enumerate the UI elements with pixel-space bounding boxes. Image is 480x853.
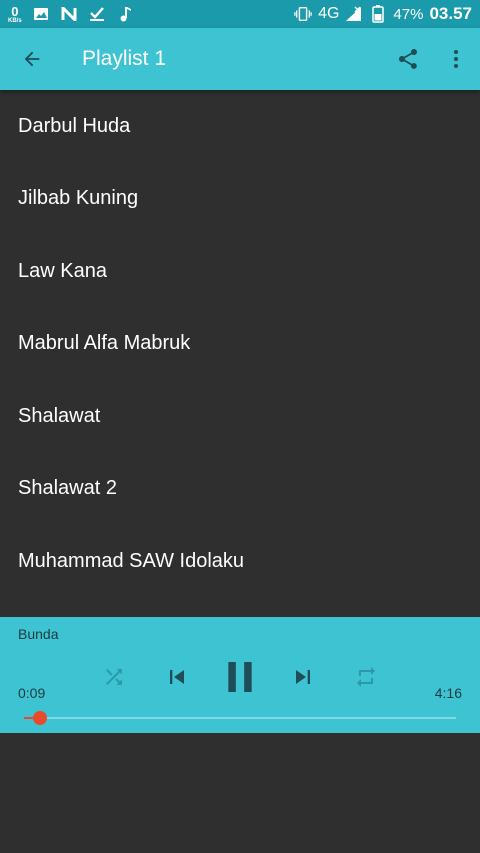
track-title: Darbul Huda — [18, 114, 131, 137]
current-time: 0:09 — [18, 685, 46, 701]
list-item[interactable]: Law Kana — [0, 235, 480, 308]
check-icon — [88, 5, 106, 23]
n-icon — [60, 5, 78, 23]
more-vert-icon — [454, 50, 458, 68]
network-speed-value: 0 — [11, 3, 19, 19]
playlist: Darbul Huda Jilbab Kuning Law Kana Mabru… — [0, 90, 480, 598]
player-controls — [92, 655, 388, 699]
app-bar: Playlist 1 — [0, 28, 480, 90]
repeat-button[interactable] — [344, 655, 388, 699]
page-title: Playlist 1 — [82, 47, 167, 70]
previous-button[interactable] — [155, 655, 199, 699]
list-item[interactable]: Muhammad SAW Idolaku — [0, 525, 480, 598]
music-note-icon — [116, 5, 134, 23]
battery-percent: 47% — [393, 5, 424, 23]
image-icon — [32, 5, 50, 23]
repeat-icon — [357, 667, 375, 687]
track-title: Shalawat 2 — [18, 477, 117, 500]
list-item[interactable]: Mabrul Alfa Mabruk — [0, 308, 480, 381]
vibrate-icon — [294, 5, 312, 23]
track-title: Shalawat — [18, 404, 101, 427]
back-arrow-icon — [24, 51, 40, 67]
skip-previous-icon — [170, 670, 184, 684]
total-time: 4:16 — [434, 685, 462, 701]
share-icon — [399, 49, 417, 69]
shuffle-button[interactable] — [92, 655, 136, 699]
track-title: Law Kana — [18, 259, 107, 282]
battery-icon — [369, 5, 387, 23]
signal-icon — [345, 5, 363, 23]
list-item[interactable]: Shalawat 2 — [0, 453, 480, 526]
track-title: Muhammad SAW Idolaku — [18, 549, 245, 572]
next-button[interactable] — [281, 655, 325, 699]
now-playing-title: Bunda — [18, 626, 59, 642]
skip-next-icon — [296, 670, 310, 684]
seek-thumb[interactable] — [32, 711, 47, 725]
more-options-button[interactable] — [432, 28, 480, 90]
pause-icon — [228, 662, 252, 692]
back-button[interactable] — [0, 28, 64, 90]
status-bar: 0 KB/s 4G 47% 03.57 — [0, 0, 480, 28]
list-item[interactable]: Jilbab Kuning — [0, 163, 480, 236]
network-speed: 0 KB/s — [8, 5, 22, 24]
list-item[interactable]: Shalawat — [0, 380, 480, 453]
network-type: 4G — [318, 5, 340, 22]
clock: 03.57 — [429, 4, 472, 23]
network-speed-unit: KB/s — [8, 17, 22, 24]
pause-button[interactable] — [218, 655, 262, 699]
track-title: Mabrul Alfa Mabruk — [18, 332, 191, 355]
shuffle-icon — [106, 669, 122, 685]
list-item[interactable]: Darbul Huda — [0, 90, 480, 163]
player-panel: Bunda 0:09 4:16 — [0, 617, 480, 733]
track-title: Jilbab Kuning — [18, 187, 139, 210]
share-button[interactable] — [384, 28, 432, 90]
seek-bar[interactable] — [24, 711, 456, 725]
